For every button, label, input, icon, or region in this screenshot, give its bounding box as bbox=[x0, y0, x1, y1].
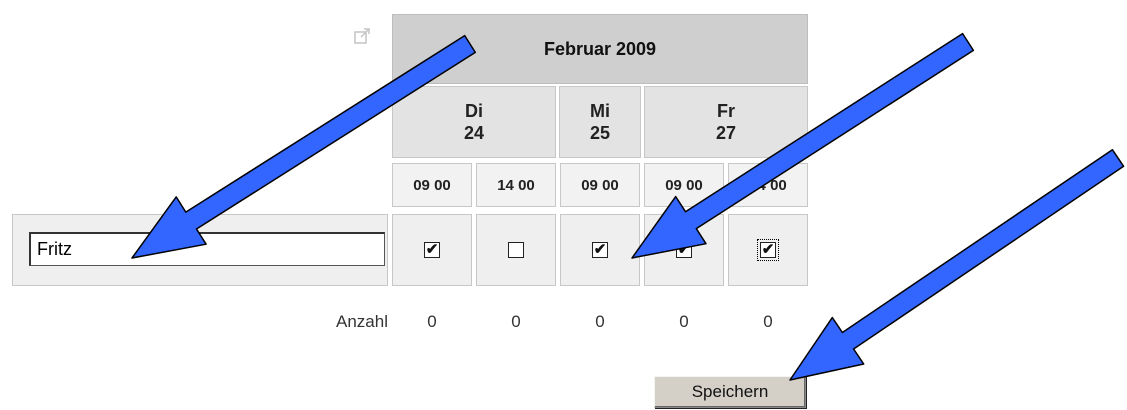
availability-cell: ✔ bbox=[728, 214, 808, 286]
time-label: 09 00 bbox=[581, 176, 619, 194]
count-value: 0 bbox=[679, 312, 689, 331]
availability-checkbox[interactable] bbox=[508, 242, 524, 258]
time-slot-header: 14 00 bbox=[476, 163, 556, 207]
time-label: 14 00 bbox=[749, 176, 787, 194]
external-link-glyph bbox=[354, 28, 370, 44]
month-header: Februar 2009 bbox=[392, 14, 808, 84]
day-header-friday: Fr 27 bbox=[644, 86, 808, 158]
day-weekday: Mi bbox=[590, 101, 610, 121]
day-number: 25 bbox=[589, 123, 611, 143]
availability-checkbox[interactable]: ✔ bbox=[757, 239, 779, 261]
external-link-icon[interactable] bbox=[352, 26, 374, 48]
availability-checkbox[interactable]: ✔ bbox=[424, 242, 440, 258]
availability-checkbox[interactable]: ✔ bbox=[676, 242, 692, 258]
day-weekday: Fr bbox=[717, 101, 735, 121]
time-slot-header: 09 00 bbox=[560, 163, 640, 207]
availability-cell: ✔ bbox=[560, 214, 640, 286]
day-header-tuesday: Di 24 bbox=[392, 86, 556, 158]
availability-cell: ✔ bbox=[644, 214, 724, 286]
day-number: 24 bbox=[463, 123, 485, 143]
availability-checkbox[interactable]: ✔ bbox=[592, 242, 608, 258]
count-value: 0 bbox=[763, 312, 773, 331]
participant-name-input[interactable] bbox=[29, 232, 385, 266]
time-label: 09 00 bbox=[665, 176, 703, 194]
count-value: 0 bbox=[427, 312, 437, 331]
annotation-arrow-to-save bbox=[789, 148, 1125, 381]
participant-name-cell bbox=[12, 214, 388, 286]
availability-cell bbox=[476, 214, 556, 286]
time-slot-header: 09 00 bbox=[392, 163, 472, 207]
count-value: 0 bbox=[511, 312, 521, 331]
time-slot-header: 09 00 bbox=[644, 163, 724, 207]
time-slot-header: 14 00 bbox=[728, 163, 808, 207]
count-value: 0 bbox=[595, 312, 605, 331]
availability-cell: ✔ bbox=[392, 214, 472, 286]
day-number: 27 bbox=[715, 123, 737, 143]
count-label: Anzahl bbox=[336, 312, 388, 331]
month-label: Februar 2009 bbox=[543, 38, 657, 59]
time-label: 14 00 bbox=[497, 176, 535, 194]
day-header-wednesday: Mi 25 bbox=[559, 86, 641, 158]
save-button[interactable]: Speichern bbox=[654, 376, 806, 408]
time-label: 09 00 bbox=[413, 176, 451, 194]
day-weekday: Di bbox=[465, 101, 483, 121]
